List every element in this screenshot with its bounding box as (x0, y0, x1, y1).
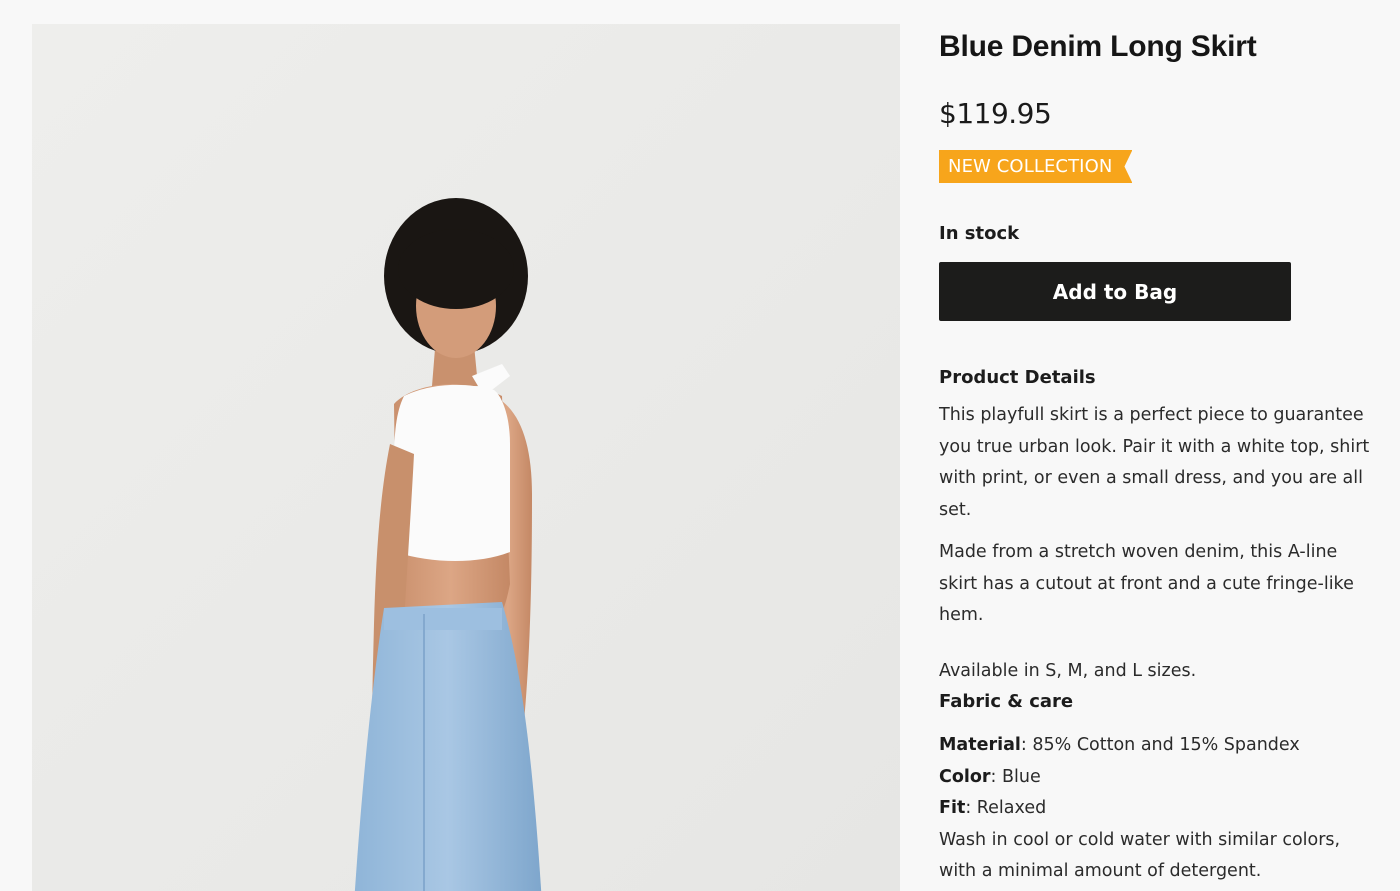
product-description-paragraph: Made from a stretch woven denim, this A-… (939, 542, 1354, 625)
product-page: Blue Denim Long Skirt $119.95 NEW COLLEC… (0, 0, 1400, 891)
spec-fit: Fit: Relaxed (939, 793, 1379, 825)
spec-value: : Relaxed (965, 798, 1047, 818)
fabric-care-heading: Fabric & care (939, 691, 1074, 712)
add-to-bag-button[interactable]: Add to Bag (939, 262, 1291, 321)
stock-status: In stock (939, 223, 1020, 244)
new-collection-badge: NEW COLLECTION (939, 150, 1132, 183)
spec-value: : Blue (990, 766, 1041, 787)
available-sizes: Available in S, M, and L sizes. (939, 661, 1197, 681)
model-photo (32, 24, 900, 891)
product-price: $119.95 (939, 97, 1052, 130)
spec-label: Fit (939, 798, 966, 818)
product-title: Blue Denim Long Skirt (939, 30, 1257, 63)
product-details-heading: Product Details (939, 367, 1096, 388)
product-description-paragraph: This playfull skirt is a perfect piece t… (939, 405, 1370, 520)
spec-color: Color: Blue (939, 762, 1379, 794)
spec-label: Color (939, 766, 991, 787)
care-instructions: Wash in cool or cold water with similar … (939, 829, 1341, 882)
product-image (32, 24, 900, 891)
spec-value: : 85% Cotton and 15% Spandex (1020, 735, 1300, 755)
spec-material: Material: 85% Cotton and 15% Spandex (939, 730, 1379, 762)
spec-label: Material (939, 735, 1021, 755)
fabric-care-list: Material: 85% Cotton and 15% Spandex Col… (939, 730, 1379, 888)
